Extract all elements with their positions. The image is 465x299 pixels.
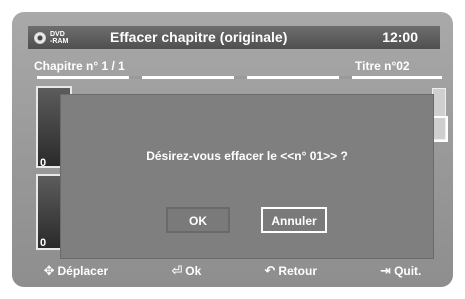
title-number-label: Titre n°02 (355, 59, 410, 73)
dialog-message: Désirez-vous effacer le <<n° 01>> ? (146, 149, 348, 163)
exit-door-icon: ⇥ (380, 263, 392, 278)
thumbnail-strip (37, 76, 442, 79)
chapter-label: Chapitre n° 1 / 1 (34, 59, 125, 73)
cancel-button[interactable]: Annuler (261, 207, 327, 233)
screen: DVD -RAM Effacer chapitre (originale) 12… (12, 12, 453, 287)
clock: 12:00 (382, 29, 418, 45)
disc-icon (34, 32, 46, 44)
bottom-help-bar: ✥ Déplacer ⏎ Ok ↶ Retour ⇥ Quit. (12, 255, 453, 287)
disc-type-line1: DVD (50, 31, 65, 38)
quit-hint: ⇥ Quit. (380, 263, 421, 279)
ok-button[interactable]: OK (166, 207, 230, 233)
four-way-arrows-icon: ✥ (43, 263, 55, 278)
return-arrow-icon: ↶ (264, 263, 276, 278)
return-label: Retour (278, 264, 317, 278)
quit-label: Quit. (394, 264, 422, 278)
thumbnail-number: 0 (40, 157, 47, 169)
ok-hint-label: Ok (185, 264, 202, 278)
enter-icon: ⏎ (171, 263, 183, 278)
thumbnail-number: 0 (40, 237, 47, 249)
page-title: Effacer chapitre (originale) (110, 29, 288, 45)
move-label: Déplacer (57, 264, 109, 278)
ok-hint: ⏎ Ok (171, 263, 201, 279)
title-bar: DVD -RAM Effacer chapitre (originale) 12… (28, 26, 440, 49)
confirm-dialog: Désirez-vous effacer le <<n° 01>> ? OK A… (60, 94, 434, 259)
disc-indicator: DVD -RAM (34, 30, 86, 46)
move-hint: ✥ Déplacer (44, 263, 109, 279)
return-hint: ↶ Retour (264, 263, 317, 279)
disc-type-line2: -RAM (50, 38, 69, 45)
